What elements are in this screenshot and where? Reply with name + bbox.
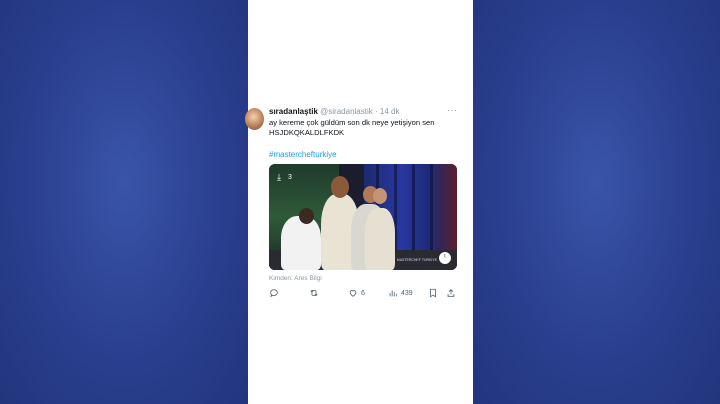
tweet-text-line: HSJDKQKALDLFKDK	[269, 128, 345, 137]
tweet-text: ay kereme çok güldüm son dk neye yetişiy…	[269, 118, 469, 138]
share-icon	[447, 289, 455, 297]
background-left	[0, 0, 248, 404]
person-figure	[281, 216, 321, 270]
retweet-button[interactable]	[309, 287, 322, 299]
heart-icon	[349, 290, 357, 297]
video-watermark: MASTERCHEF TÜRKİYE	[396, 258, 437, 262]
person-head	[373, 188, 387, 204]
like-button[interactable]: 6	[348, 287, 365, 299]
reply-icon	[270, 289, 278, 298]
download-count: 3	[288, 174, 292, 181]
person-figure	[365, 208, 395, 270]
bookmark-icon	[430, 288, 436, 298]
tweet-text-line: ay kereme çok güldüm son dk neye yetişiy…	[269, 118, 435, 127]
tweet-header: sıradanlaştik @siradanlastik · 14 dk	[269, 107, 399, 117]
tweet-video[interactable]: ⤓ 3 MASTERCHEF TÜRKİYE ᵗ	[269, 164, 457, 270]
tiktok-logo-icon: ᵗ	[439, 252, 451, 264]
hashtag-link[interactable]: #masterchefturkiye	[269, 150, 337, 159]
avatar[interactable]	[245, 108, 264, 130]
analytics-icon	[389, 290, 397, 297]
display-name[interactable]: sıradanlaştik	[269, 107, 318, 116]
video-source: Kimden: Ares Bilgi	[269, 275, 322, 282]
share-button[interactable]	[446, 287, 456, 299]
retweet-icon	[310, 289, 318, 297]
bookmark-button[interactable]	[428, 287, 438, 299]
timestamp[interactable]: 14 dk	[380, 107, 400, 116]
background-right	[473, 0, 720, 404]
more-options-icon[interactable]: ···	[447, 105, 458, 115]
reply-button[interactable]	[269, 287, 282, 299]
views-count: 439	[401, 289, 413, 297]
tweet-actions: 6 439	[269, 287, 459, 299]
user-handle[interactable]: @siradanlastik	[320, 107, 373, 116]
person-head	[331, 176, 349, 198]
views-button[interactable]: 439	[388, 287, 413, 299]
like-count: 6	[361, 289, 365, 297]
person-head	[299, 208, 314, 224]
separator: ·	[374, 107, 378, 116]
